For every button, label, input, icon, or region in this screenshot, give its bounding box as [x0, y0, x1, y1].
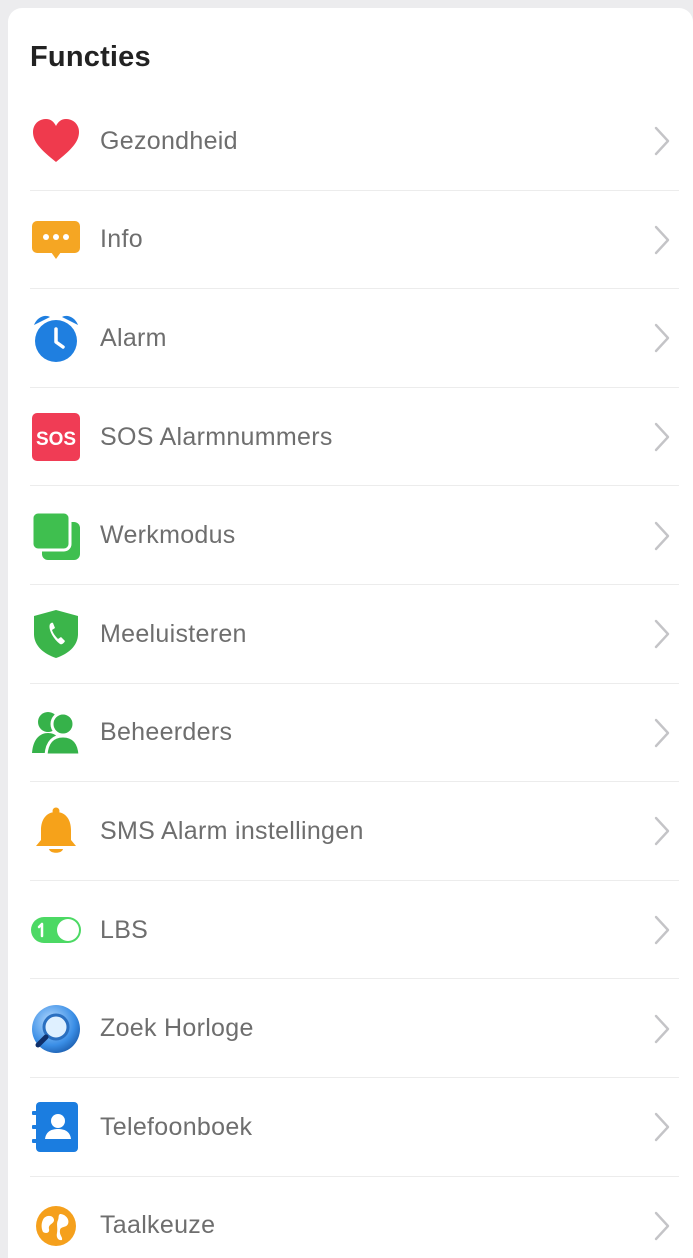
chevron-right-icon — [654, 324, 670, 353]
menu-item-sos-alarmnummers[interactable]: SOS SOS Alarmnummers — [8, 388, 693, 487]
sos-icon-text: SOS — [36, 429, 76, 450]
menu-item-label: Beheerders — [100, 718, 233, 747]
menu-item-label: LBS — [100, 915, 149, 944]
shield-phone-icon — [30, 608, 82, 660]
bell-icon — [30, 805, 82, 857]
people-icon — [30, 707, 82, 759]
menu-item-telefoonboek[interactable]: Telefoonboek — [8, 1078, 693, 1177]
menu-item-info[interactable]: Info — [8, 191, 693, 290]
chevron-right-icon — [654, 422, 670, 452]
alarm-clock-icon — [30, 312, 82, 364]
chevron-right-icon — [654, 817, 670, 846]
sos-icon: SOS — [30, 411, 82, 463]
menu-item-label: Taalkeuze — [100, 1211, 216, 1240]
functions-card: Functies Gezondheid Info Alarm SOS SOS A… — [8, 8, 693, 1258]
menu-item-sms-alarm-instellingen[interactable]: SMS Alarm instellingen — [8, 782, 693, 881]
chat-bubble-icon — [30, 214, 82, 266]
section-title: Functies — [30, 41, 151, 73]
chevron-right-icon — [654, 1211, 670, 1241]
menu-item-label: Telefoonboek — [100, 1112, 253, 1141]
menu-item-gezondheid[interactable]: Gezondheid — [8, 92, 693, 191]
chevron-right-icon — [654, 718, 670, 748]
heart-icon — [30, 115, 82, 167]
chevron-right-icon — [654, 225, 670, 255]
menu-item-label: SMS Alarm instellingen — [100, 816, 364, 845]
chevron-right-icon — [654, 1014, 670, 1043]
work-mode-icon — [30, 510, 82, 562]
globe-icon — [30, 1200, 82, 1252]
menu-item-meeluisteren[interactable]: Meeluisteren — [8, 585, 693, 684]
menu-item-zoek-horloge[interactable]: Zoek Horloge — [8, 979, 693, 1078]
chevron-right-icon — [654, 127, 670, 156]
menu-item-label: Gezondheid — [100, 126, 238, 155]
menu-item-werkmodus[interactable]: Werkmodus — [8, 486, 693, 585]
functions-list: Gezondheid Info Alarm SOS SOS Alarmnumme… — [8, 92, 693, 1258]
menu-item-label: Meeluisteren — [100, 619, 247, 648]
toggle-icon — [30, 904, 82, 956]
menu-item-label: Info — [100, 225, 143, 254]
menu-item-beheerders[interactable]: Beheerders — [8, 684, 693, 783]
menu-item-label: Alarm — [100, 323, 167, 352]
menu-item-alarm[interactable]: Alarm — [8, 289, 693, 388]
magnifier-icon — [30, 1003, 82, 1055]
chevron-right-icon — [654, 620, 670, 649]
menu-item-taalkeuze[interactable]: Taalkeuze — [8, 1177, 693, 1258]
menu-item-label: Zoek Horloge — [100, 1014, 254, 1043]
contacts-book-icon — [30, 1101, 82, 1153]
chevron-right-icon — [654, 915, 670, 945]
menu-item-label: Werkmodus — [100, 521, 236, 550]
menu-item-label: SOS Alarmnummers — [100, 422, 333, 451]
menu-item-lbs[interactable]: LBS — [8, 881, 693, 980]
chevron-right-icon — [654, 1113, 670, 1142]
chevron-right-icon — [654, 521, 670, 550]
